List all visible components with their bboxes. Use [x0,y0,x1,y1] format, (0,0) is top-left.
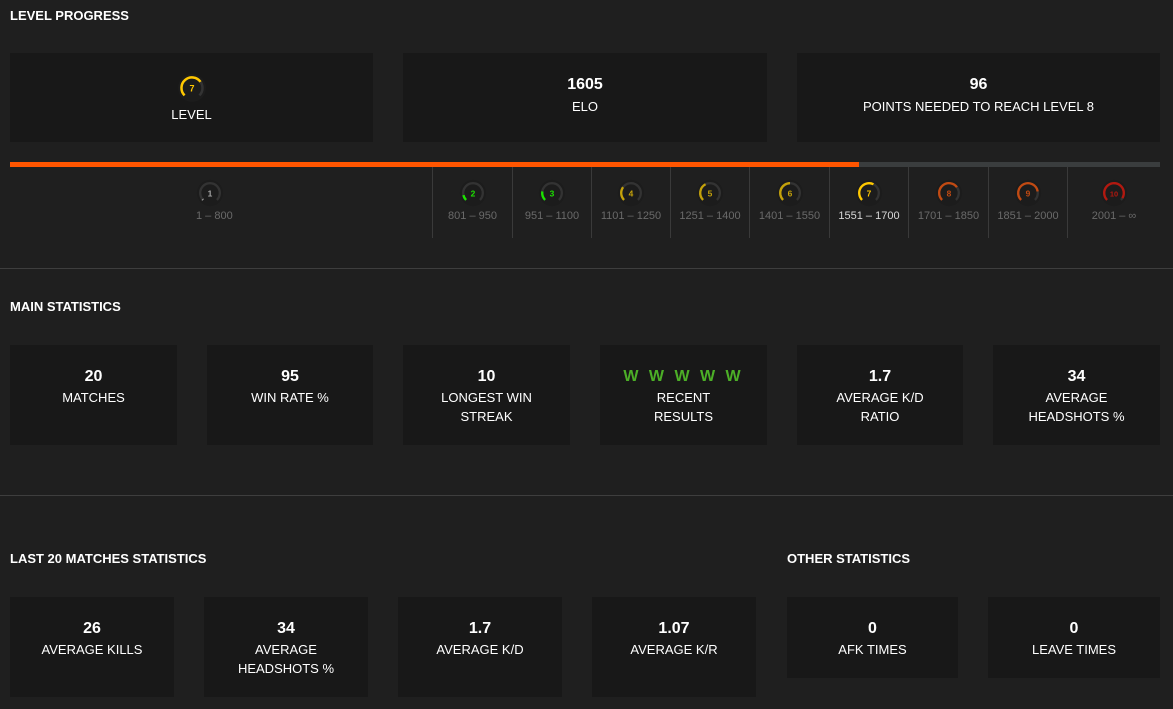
matches-card-label: MATCHES [62,390,125,405]
svg-text:1: 1 [208,188,213,198]
longest-win-streak-card-label: LONGEST WIN STREAK [441,390,532,424]
points-needed-value: 96 [969,76,988,93]
level-label: LEVEL [171,107,212,122]
main-statistics-title: MAIN STATISTICS [10,299,121,314]
level-3-tier: 3 951 – 1100 [512,167,591,238]
last-matches-title: LAST 20 MATCHES STATISTICS [10,551,207,566]
level-2-gauge-icon: 2 [459,179,486,207]
afk-times-card-label: AFK TIMES [838,642,907,657]
svg-text:10: 10 [1110,189,1118,198]
average-kd-card-value: 1.7 [468,620,492,637]
level-range-label: 1 – 800 [196,210,233,222]
level-range-label: 1851 – 2000 [997,210,1059,222]
level-scale: 1 1 – 800 2 801 – 950 3 951 – 1100 4 1101 – 125… [10,167,1160,238]
average-kills-card-value: 26 [83,620,101,637]
level-10-tier: 10 2001 – ∞ [1067,167,1160,238]
svg-text:9: 9 [1026,188,1031,198]
points-needed-label: POINTS NEEDED TO REACH LEVEL 8 [863,99,1094,114]
level-9-gauge-icon: 9 [1014,179,1042,207]
section-divider [0,495,1173,496]
win-rate-card-label: WIN RATE % [251,390,329,405]
level-1-gauge-icon: 1 [196,179,224,207]
section-divider [0,268,1173,269]
level-range-label: 1251 – 1400 [679,210,741,222]
longest-win-streak-card: 10 LONGEST WIN STREAK [403,345,570,445]
svg-text:2: 2 [470,188,475,198]
level-5-gauge-icon: 5 [696,179,724,207]
matches-card: 20 MATCHES [10,345,177,445]
longest-win-streak-card-value: 10 [477,368,496,385]
level-range-label: 801 – 950 [448,210,497,222]
recent-results-card: W W W W W RECENT RESULTS [600,345,767,445]
average-kd-card: 1.7 AVERAGE K/D [398,597,562,697]
level-range-label: 1701 – 1850 [917,210,980,222]
level-4-tier: 4 1101 – 1250 [591,167,670,238]
level-10-gauge-icon: 10 [1100,179,1128,207]
win-rate-card-value: 95 [281,368,299,385]
average-headshots-card: 34 AVERAGE HEADSHOTS % [993,345,1160,445]
leave-times-card-label: LEAVE TIMES [1031,642,1117,657]
level-range-label: 1401 – 1550 [758,210,821,222]
recent-results-card-value: W W W W W [623,368,744,385]
average-kr-card-label: AVERAGE K/R [630,642,718,657]
average-kills-card: 26 AVERAGE KILLS [10,597,174,697]
svg-text:8: 8 [946,188,951,198]
level-4-gauge-icon: 4 [617,179,645,207]
recent-results-card-label: RECENT RESULTS [654,390,713,424]
last-average-headshots-card-value: 34 [277,620,295,637]
average-kr-card: 1.07 AVERAGE K/R [592,597,756,697]
level-range-label: 2001 – ∞ [1091,210,1137,222]
level-7-tier: 7 1551 – 1700 [829,167,908,238]
win-rate-card: 95 WIN RATE % [207,345,373,445]
svg-text:4: 4 [629,188,634,198]
average-headshots-card-label: AVERAGE HEADSHOTS % [1028,390,1125,424]
svg-text:7: 7 [867,188,872,198]
average-kills-card-label: AVERAGE KILLS [41,642,143,657]
level-range-label: 951 – 1100 [524,210,580,222]
average-kd-card-label: AVERAGE K/D [436,642,524,657]
elo-label: ELO [571,99,598,114]
svg-text:6: 6 [787,188,792,198]
svg-text:7: 7 [189,84,194,94]
average-kd-ratio-card-value: 1.7 [868,368,892,385]
level-3-gauge-icon: 3 [538,179,566,207]
afk-times-card-value: 0 [868,620,877,637]
level-card: 7 LEVEL [10,53,373,142]
level-1-tier: 1 1 – 800 [10,167,432,238]
level-progress-title: LEVEL PROGRESS [10,8,129,23]
level-gauge-icon: 7 [177,74,206,102]
average-kd-ratio-card: 1.7 AVERAGE K/D RATIO [797,345,963,445]
leave-times-card-value: 0 [1069,620,1079,637]
level-7-gauge-icon: 7 [855,179,883,207]
level-range-label: 1551 – 1700 [838,210,900,222]
points-needed-card: 96 POINTS NEEDED TO REACH LEVEL 8 [797,53,1160,142]
level-6-tier: 6 1401 – 1550 [749,167,829,238]
elo-card: 1605 ELO [403,53,767,142]
level-9-tier: 9 1851 – 2000 [988,167,1067,238]
level-2-tier: 2 801 – 950 [432,167,512,238]
matches-card-value: 20 [84,368,103,385]
average-headshots-card-value: 34 [1067,368,1086,385]
afk-times-card: 0 AFK TIMES [787,597,958,678]
svg-text:5: 5 [708,188,713,198]
level-8-tier: 8 1701 – 1850 [908,167,988,238]
level-range-label: 1101 – 1250 [600,210,662,222]
other-statistics-title: OTHER STATISTICS [787,551,911,566]
leave-times-card: 0 LEAVE TIMES [988,597,1160,678]
level-8-gauge-icon: 8 [935,179,962,207]
last-average-headshots-card: 34 AVERAGE HEADSHOTS % [204,597,368,697]
level-5-tier: 5 1251 – 1400 [670,167,749,238]
average-kr-card-value: 1.07 [658,620,690,637]
last-average-headshots-card-label: AVERAGE HEADSHOTS % [237,642,335,676]
svg-text:3: 3 [550,188,555,198]
average-kd-ratio-card-label: AVERAGE K/D RATIO [836,390,924,424]
level-6-gauge-icon: 6 [776,179,803,207]
elo-value: 1605 [567,76,603,93]
